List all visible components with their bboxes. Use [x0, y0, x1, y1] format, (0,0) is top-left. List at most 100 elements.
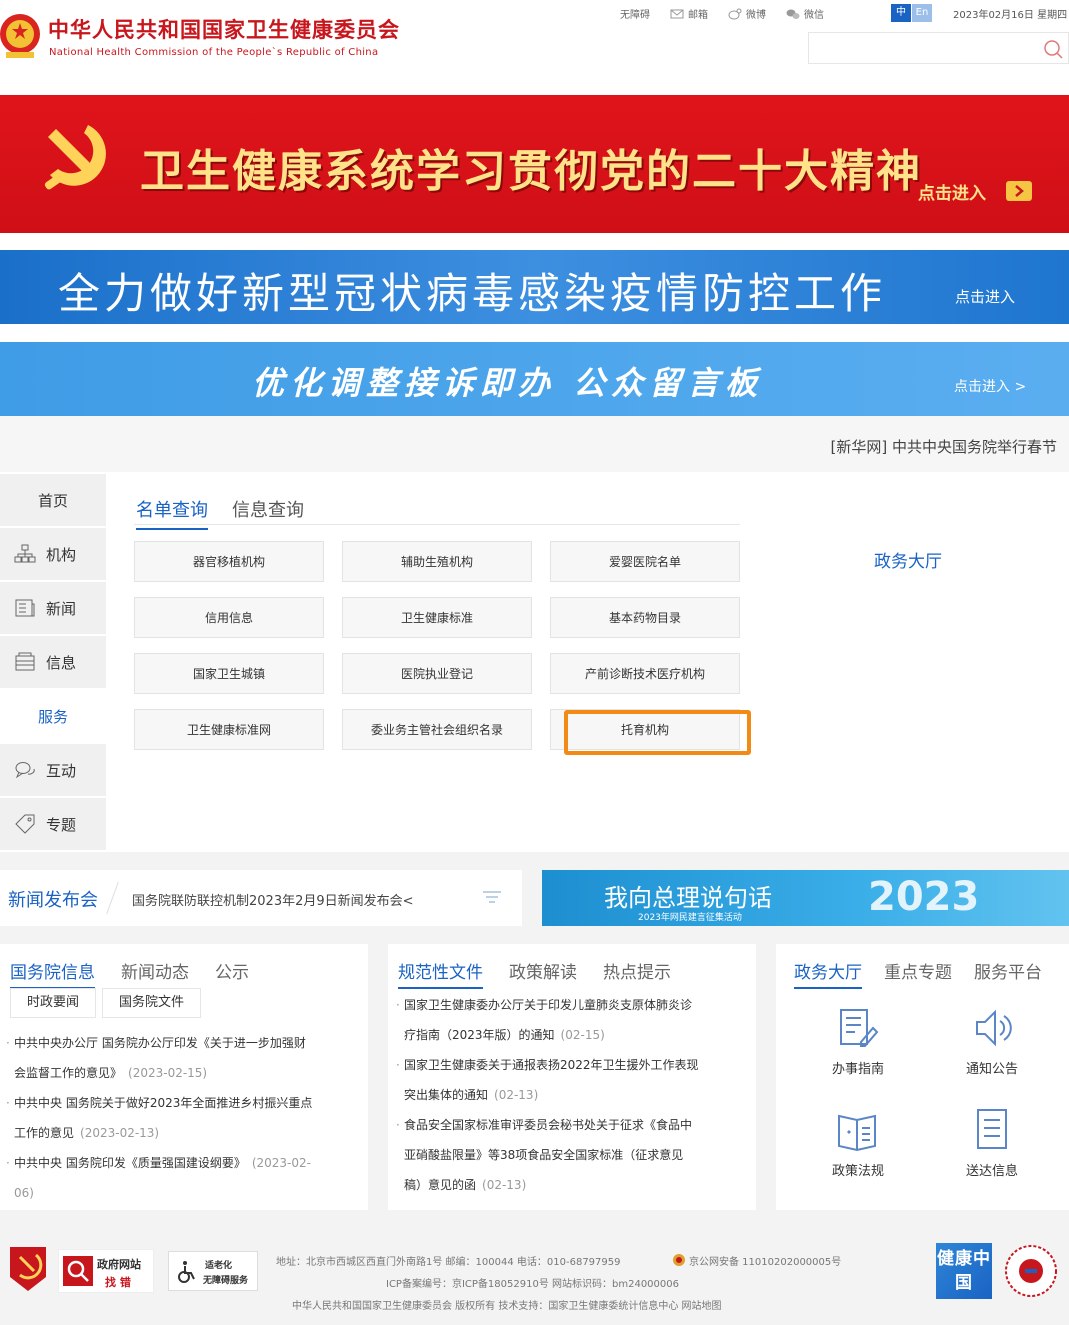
- services-column: 政务大厅 重点专题 服务平台 办事指南 通知公告 政策法规 送达信息: [776, 944, 1069, 1210]
- accessibility-link[interactable]: 无障碍: [620, 6, 650, 21]
- mail-icon: [670, 9, 684, 18]
- tab-state-council-info[interactable]: 国务院信息: [10, 958, 95, 989]
- query-hospital-registration-button[interactable]: 医院执业登记: [342, 653, 532, 694]
- language-switch: 中 En: [891, 4, 932, 22]
- side-nav-institutions[interactable]: 机构: [0, 528, 106, 580]
- subtab-state-council-docs[interactable]: 国务院文件: [102, 988, 202, 1018]
- side-nav-service[interactable]: 服务: [0, 690, 106, 742]
- col1-news-list: 中共中央办公厅 国务院办公厅印发《关于进一步加强财会监督工作的意见》(2023-…: [6, 1028, 362, 1208]
- tab-normative-documents[interactable]: 规范性文件: [398, 958, 483, 989]
- premier-banner-year: 2023: [868, 874, 980, 920]
- divider: [106, 882, 119, 914]
- premier-banner-subtitle: 2023年网民建言征集活动: [638, 913, 742, 923]
- wheelchair-icon: [178, 1261, 195, 1283]
- side-nav-home[interactable]: 首页: [0, 474, 106, 526]
- site-title-chinese[interactable]: 中华人民共和国国家卫生健康委员会: [48, 14, 400, 44]
- news-icon: [15, 599, 35, 617]
- list-item[interactable]: 中共中央办公厅 国务院办公厅印发《关于进一步加强财会监督工作的意见》(2023-…: [6, 1028, 362, 1088]
- lang-chinese-button[interactable]: 中: [891, 4, 911, 22]
- press-conference-box: 新闻发布会 国务院联防联控机制2023年2月9日新闻发布会<: [0, 870, 522, 926]
- guide-edit-icon: [840, 1009, 879, 1047]
- government-hall-link[interactable]: 政务大厅: [874, 547, 942, 572]
- tab-hot-tips[interactable]: 热点提示: [603, 958, 671, 989]
- subtab-current-affairs[interactable]: 时政要闻: [10, 988, 97, 1018]
- covid-banner[interactable]: 全力做好新型冠状病毒感染疫情防控工作 点击进入: [0, 250, 1069, 324]
- premier-suggestion-banner[interactable]: 我向总理说句话 2023年网民建言征集活动 2023: [542, 870, 1069, 926]
- list-item[interactable]: 国家卫生健康委关于通报表扬2022年卫生援外工作表现突出集体的通知(02-13): [396, 1050, 750, 1110]
- tab-policy-interpretation[interactable]: 政策解读: [509, 958, 577, 989]
- national-emblem-icon[interactable]: [0, 8, 44, 64]
- party-banner-enter[interactable]: 点击进入: [918, 179, 986, 204]
- gov-verification-seal-icon[interactable]: [1004, 1243, 1058, 1299]
- message-board-title: 优化调整接诉即办 公众留言板: [252, 364, 764, 402]
- magnifier-icon: [63, 1256, 93, 1286]
- side-nav-news[interactable]: 新闻: [0, 582, 106, 634]
- news-ticker: [新华网] 中共中央国务院举行春节: [0, 416, 1069, 472]
- mail-link[interactable]: 邮箱: [670, 6, 708, 21]
- tab-service-platform[interactable]: 服务平台: [974, 958, 1042, 989]
- footer-icp[interactable]: ICP备案编号：京ICP备18052910号 网站标识码：bm24000006: [386, 1275, 679, 1290]
- wechat-icon: [786, 9, 800, 19]
- tab-news-updates[interactable]: 新闻动态: [121, 958, 189, 989]
- side-nav-topics[interactable]: 专题: [0, 798, 106, 850]
- site-footer: 政府网站 找 错 适老化 无障碍服务 地址：北京市西城区西直门外南路1号 邮编：…: [0, 1229, 1069, 1325]
- query-social-org-button[interactable]: 委业务主管社会组织名录: [342, 709, 532, 750]
- menu-icon[interactable]: [480, 886, 504, 910]
- tab-key-topics[interactable]: 重点专题: [884, 958, 952, 989]
- side-nav-info[interactable]: 信息: [0, 636, 106, 688]
- query-essential-medicines-button[interactable]: 基本药物目录: [550, 597, 740, 638]
- tab-announcements[interactable]: 公示: [215, 958, 249, 989]
- footer-police-record[interactable]: 京公网安备 11010202000005号: [689, 1253, 841, 1268]
- query-baby-friendly-hospital-button[interactable]: 爱婴医院名单: [550, 541, 740, 582]
- list-item[interactable]: 国家卫生健康委办公厅关于印发儿童肺炎支原体肺炎诊疗指南（2023年版）的通知(0…: [396, 990, 750, 1050]
- search-icon[interactable]: [1042, 38, 1064, 60]
- query-organ-transplant-button[interactable]: 器官移植机构: [134, 541, 324, 582]
- highlight-box: [564, 710, 751, 755]
- service-guide-button[interactable]: 办事指南: [798, 1006, 918, 1077]
- party-congress-banner[interactable]: 卫生健康系统学习贯彻党的二十大精神 点击进入: [0, 95, 1069, 233]
- book-icon: [838, 1114, 876, 1152]
- delivery-info-button[interactable]: 送达信息: [932, 1108, 1052, 1179]
- chat-bubbles-icon: [15, 762, 35, 779]
- party-emblem-icon: [44, 125, 106, 190]
- arrow-right-icon[interactable]: [1006, 181, 1032, 201]
- list-item[interactable]: 食品安全国家标准审评委员会秘书处关于征求《食品中亚硝酸盐限量》等38项食品安全国…: [396, 1110, 750, 1200]
- list-item[interactable]: 中共中央 国务院印发《质量强国建设纲要》(2023-02-06): [6, 1148, 362, 1208]
- col3-tabs: 政务大厅 重点专题 服务平台: [794, 958, 1042, 989]
- press-conference-title[interactable]: 新闻发布会: [8, 886, 98, 912]
- query-health-city-button[interactable]: 国家卫生城镇: [134, 653, 324, 694]
- query-health-standards-button[interactable]: 卫生健康标准: [342, 597, 532, 638]
- footer-copyright[interactable]: 中华人民共和国国家卫生健康委员会 版权所有 技术支持：国家卫生健康委统计信息中心…: [292, 1297, 722, 1312]
- query-standards-site-button[interactable]: 卫生健康标准网: [134, 709, 324, 750]
- covid-banner-title: 全力做好新型冠状病毒感染疫情防控工作: [58, 269, 887, 318]
- party-banner-title: 卫生健康系统学习贯彻党的二十大精神: [140, 146, 922, 197]
- top-links: 无障碍 邮箱 微博 微信: [620, 6, 844, 21]
- query-prenatal-diagnosis-button[interactable]: 产前诊断技术医疗机构: [550, 653, 740, 694]
- side-nav-interaction[interactable]: 互动: [0, 744, 106, 796]
- wechat-link[interactable]: 微信: [786, 6, 824, 21]
- lang-english-button[interactable]: En: [912, 4, 932, 22]
- tab-government-hall[interactable]: 政务大厅: [794, 958, 862, 989]
- side-nav: 首页 机构 新闻 信息 服务 互动 专题: [0, 472, 106, 852]
- service-section: 首页 机构 新闻 信息 服务 互动 专题 名单查询 信息查询 器官移植机构 辅助…: [0, 472, 1069, 852]
- message-board-banner[interactable]: 优化调整接诉即办 公众留言板 点击进入 >: [0, 342, 1069, 416]
- gov-site-error-button[interactable]: 政府网站 找 错: [58, 1249, 154, 1293]
- ticker-headline[interactable]: [新华网] 中共中央国务院举行春节: [831, 436, 1057, 457]
- press-conference-headline[interactable]: 国务院联防联控机制2023年2月9日新闻发布会<: [132, 890, 414, 909]
- covid-banner-enter[interactable]: 点击进入: [955, 286, 1015, 307]
- notice-button[interactable]: 通知公告: [932, 1006, 1052, 1077]
- query-assisted-reproduction-button[interactable]: 辅助生殖机构: [342, 541, 532, 582]
- aged-barrier-free-button[interactable]: 适老化 无障碍服务: [168, 1251, 258, 1291]
- party-organization-logo[interactable]: [8, 1245, 48, 1293]
- weibo-link[interactable]: 微博: [728, 6, 766, 21]
- query-credit-info-button[interactable]: 信用信息: [134, 597, 324, 638]
- policy-regulations-button[interactable]: 政策法规: [798, 1108, 918, 1179]
- healthy-china-logo[interactable]: 健康中国: [936, 1243, 992, 1299]
- press-conference-row: 新闻发布会 国务院联防联控机制2023年2月9日新闻发布会< 我向总理说句话 2…: [0, 852, 1069, 944]
- list-item[interactable]: 中共中央 国务院关于做好2023年全面推进乡村振兴重点工作的意见(2023-02…: [6, 1088, 362, 1148]
- search-input[interactable]: [808, 32, 1069, 64]
- premier-banner-title: 我向总理说句话: [604, 884, 772, 912]
- col1-tabs: 国务院信息 新闻动态 公示: [10, 958, 249, 989]
- speaker-icon: [976, 1009, 1012, 1047]
- message-board-enter[interactable]: 点击进入 >: [954, 376, 1026, 396]
